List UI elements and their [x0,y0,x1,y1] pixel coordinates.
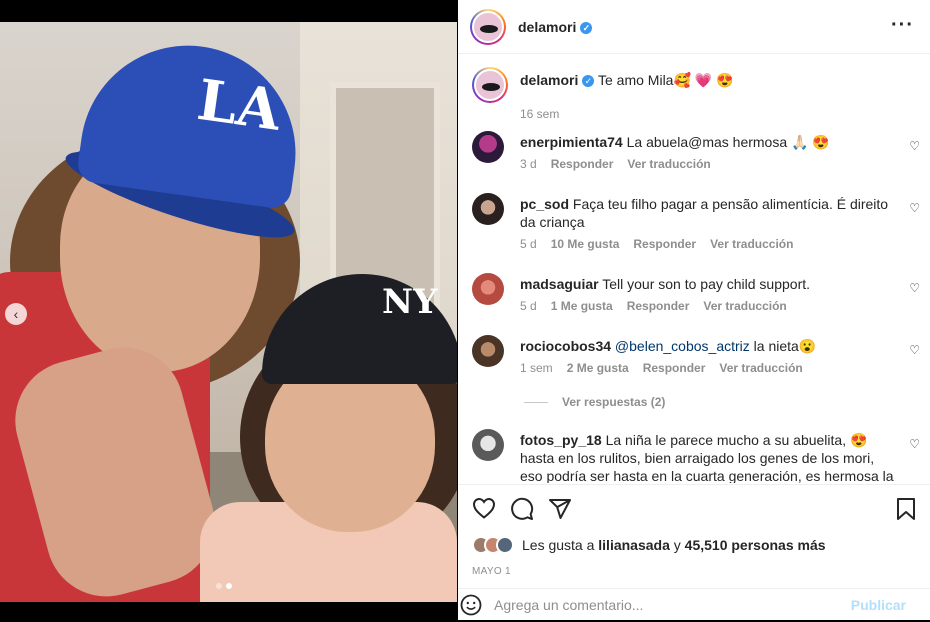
comment-input[interactable] [494,595,834,615]
comment-username[interactable]: pc_sod [520,196,569,212]
translate-link[interactable]: Ver traducción [703,299,786,313]
verified-badge-icon: ✓ [582,75,595,88]
carousel-dots [216,583,232,589]
comment-text: Tell your son to pay child support. [602,276,811,292]
comments-list[interactable]: delamori ✓ Te amo Mila🥰 💗 😍 16 sem enerpi… [458,55,930,483]
more-options-icon[interactable]: ··· [891,14,914,37]
likes-text: Les gusta a lilianasada y 45,510 persona… [522,537,826,553]
cap-logo-ny: NY [382,282,438,322]
comment-text: la nieta😮 [749,338,817,354]
cap-logo-la: LA [193,66,285,144]
comment-username[interactable]: rociocobos34 [520,338,611,354]
comment-likes[interactable]: 1 Me gusta [551,299,613,313]
comment-row: rociocobos34 @belen_cobos_actriz la niet… [472,335,922,381]
like-comment-heart-icon[interactable]: ♡ [909,437,920,451]
comment-body: madsaguiar Tell your son to pay child su… [520,275,900,293]
post-header: delamori ✓ ··· [458,0,930,54]
view-replies-button[interactable]: Ver respuestas (2) [524,395,665,409]
likes-middle: y [673,537,681,553]
comment-body: rociocobos34 @belen_cobos_actriz la niet… [520,337,900,355]
caption-row: delamori ✓ Te amo Mila🥰 💗 😍 16 sem [472,67,922,121]
comment-text: La abuela@mas hermosa 🙏🏻 😍 [626,134,830,150]
view-replies-label: Ver respuestas (2) [562,395,666,409]
commenter-avatar[interactable] [472,335,504,367]
like-comment-heart-icon[interactable]: ♡ [909,343,920,357]
verified-badge-icon: ✓ [580,21,593,34]
comment-username[interactable]: fotos_py_18 [520,432,602,448]
reply-link[interactable]: Responder [633,237,696,251]
photo-dodgers-cap: LA [75,31,310,211]
caption-username[interactable]: delamori [520,72,578,88]
comment-likes[interactable]: 10 Me gusta [551,237,620,251]
like-heart-icon[interactable] [472,497,496,524]
like-comment-heart-icon[interactable]: ♡ [909,281,920,295]
comment-row: enerpimienta74 La abuela@mas hermosa 🙏🏻 … [472,131,922,177]
liker-avatar[interactable] [496,536,514,554]
comment-row: madsaguiar Tell your son to pay child su… [472,273,922,319]
reply-link[interactable]: Responder [627,299,690,313]
carousel-dot [216,583,222,589]
like-comment-heart-icon[interactable]: ♡ [909,139,920,153]
share-send-icon[interactable] [548,497,572,526]
likes-user-link[interactable]: lilianasada [598,537,670,553]
publish-button[interactable]: Publicar [851,597,906,613]
comment-time: 3 d [520,157,537,171]
comment-row: pc_sod Faça teu filho pagar a pensão ali… [472,193,922,253]
carousel-prev-button[interactable]: ‹ [5,303,27,325]
post-photo[interactable]: LA NY ‹ [0,22,457,602]
likes-summary: Les gusta a lilianasada y 45,510 persona… [472,536,826,554]
comment-meta: 1 sem 2 Me gusta Responder Ver traducció… [520,361,803,375]
comment-text: Faça teu filho pagar a pensão alimentíci… [520,196,889,230]
save-bookmark-icon[interactable] [896,497,916,526]
commenter-avatar[interactable] [472,131,504,163]
author-username[interactable]: delamori ✓ [518,19,593,35]
comment-bubble-icon[interactable] [510,497,534,526]
translate-link[interactable]: Ver traducción [710,237,793,251]
comment-time: 1 sem [520,361,553,375]
caption-body: delamori ✓ Te amo Mila🥰 💗 😍 [520,71,900,89]
likes-prefix: Les gusta a [522,537,595,553]
reply-link[interactable]: Responder [643,361,706,375]
instagram-post-modal: LA NY ‹ delamori ✓ ··· delamori ✓ Te amo… [0,0,930,620]
comment-meta: 3 d Responder Ver traducción [520,157,711,171]
comment-likes[interactable]: 2 Me gusta [567,361,629,375]
comment-body: pc_sod Faça teu filho pagar a pensão ali… [520,195,900,231]
caption-time: 16 sem [520,107,560,121]
commenter-avatar[interactable] [472,193,504,225]
comment-time: 5 d [520,299,537,313]
author-avatar[interactable] [470,8,506,45]
commenter-avatar[interactable] [472,429,504,461]
post-side-panel: delamori ✓ ··· delamori ✓ Te amo Mila🥰 💗 😍… [458,0,930,620]
post-actions-bar [458,484,930,532]
carousel-dot-active [226,583,232,589]
reply-link[interactable]: Responder [551,157,614,171]
translate-link[interactable]: Ver traducción [627,157,710,171]
caption-meta: 16 sem [520,107,559,121]
translate-link[interactable]: Ver traducción [719,361,802,375]
comment-time: 5 d [520,237,537,251]
comment-meta: 5 d 1 Me gusta Responder Ver traducción [520,299,787,313]
commenter-avatar[interactable] [472,273,504,305]
post-date[interactable]: MAYO 1 [472,566,511,577]
comment-mention-link[interactable]: @belen_cobos_actriz [615,338,750,354]
view-replies-line [524,401,548,403]
caption-text: Te amo Mila🥰 💗 😍 [598,72,734,88]
like-comment-heart-icon[interactable]: ♡ [909,201,920,215]
comment-meta: 5 d 10 Me gusta Responder Ver traducción [520,237,793,251]
likes-count-link[interactable]: 45,510 personas más [685,537,826,553]
comment-username[interactable]: enerpimienta74 [520,134,623,150]
caption-avatar[interactable] [472,67,508,103]
comment-body: enerpimienta74 La abuela@mas hermosa 🙏🏻 … [520,133,900,151]
add-comment-bar: Publicar [458,588,930,620]
comment-row: fotos_py_18 La niña le parece mucho a su… [472,429,922,483]
comment-username[interactable]: madsaguiar [520,276,599,292]
comment-body: fotos_py_18 La niña le parece mucho a su… [520,431,900,483]
emoji-picker-icon[interactable] [460,594,482,622]
